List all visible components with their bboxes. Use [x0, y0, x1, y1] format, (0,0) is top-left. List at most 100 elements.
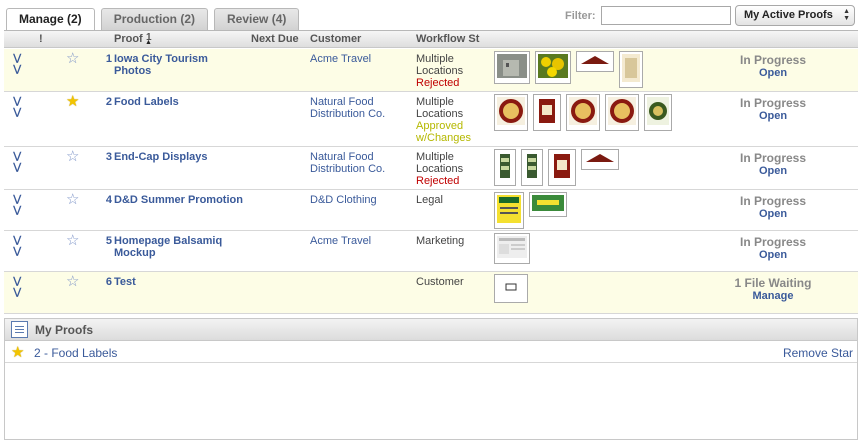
- workflow-line: Locations: [416, 65, 464, 77]
- proof-thumbnail[interactable]: [533, 94, 561, 131]
- thumbnail-strip: [494, 149, 619, 186]
- filter-input[interactable]: [600, 6, 731, 25]
- status-cell: In Progress Open: [718, 53, 828, 79]
- star-icon[interactable]: ☆: [66, 274, 79, 289]
- status-text: In Progress: [739, 96, 807, 110]
- star-icon[interactable]: ☆: [66, 192, 79, 207]
- filter-label: Filter:: [565, 9, 596, 22]
- status-text: In Progress: [739, 151, 807, 165]
- column-next-due[interactable]: Next Due: [251, 33, 299, 45]
- proof-title-link[interactable]: Homepage Balsamiq Mockup: [114, 235, 244, 259]
- row-action-link[interactable]: Open: [759, 110, 787, 122]
- proof-thumbnail[interactable]: [494, 149, 516, 186]
- column-proof[interactable]: Proof: [114, 33, 143, 45]
- proof-thumbnail[interactable]: [581, 149, 619, 170]
- column-customer[interactable]: Customer: [310, 33, 361, 45]
- filter-group: Filter:: [565, 6, 731, 25]
- table-row: ⋁ ⋁ ☆ 4 D&D Summer Promotion D&D Clothing Lega…: [4, 190, 858, 231]
- status-text: In Progress: [739, 235, 807, 249]
- customer-link[interactable]: Acme Travel: [310, 235, 410, 247]
- customer-link[interactable]: Acme Travel: [310, 53, 410, 65]
- proof-thumbnail[interactable]: [521, 149, 543, 186]
- proof-number: 6: [105, 276, 112, 288]
- customer-link[interactable]: D&D Clothing: [310, 194, 410, 206]
- view-select[interactable]: My Active Proofs ▲ ▼: [735, 5, 855, 26]
- proof-number: 4: [105, 194, 112, 206]
- column-workflow[interactable]: Workflow St: [416, 33, 479, 45]
- workflow-line: Marketing: [416, 235, 465, 247]
- row-action-link[interactable]: Open: [759, 165, 787, 177]
- expand-chevron-icon[interactable]: ⋁ ⋁: [13, 96, 21, 118]
- workflow-cell: Multiple Locations Approved w/Changes: [416, 96, 488, 144]
- row-action-link[interactable]: Open: [759, 208, 787, 220]
- proof-title-link[interactable]: Food Labels: [114, 96, 244, 108]
- proof-thumbnail[interactable]: [494, 274, 528, 303]
- workflow-line: Locations: [416, 163, 464, 175]
- workflow-status: Approved w/Changes: [416, 120, 472, 144]
- workflow-line: Legal: [416, 194, 443, 206]
- workflow-status: Rejected: [416, 77, 460, 89]
- proof-thumbnail[interactable]: [566, 94, 600, 131]
- star-icon[interactable]: ★: [66, 94, 79, 109]
- proof-thumbnail[interactable]: [576, 51, 614, 72]
- expand-chevron-icon[interactable]: ⋁ ⋁: [13, 235, 21, 257]
- thumbnail-strip: [494, 192, 567, 229]
- proofs-document-icon: [11, 321, 28, 338]
- star-icon[interactable]: ☆: [66, 233, 79, 248]
- row-action-link[interactable]: Open: [759, 249, 787, 261]
- proof-thumbnail[interactable]: [494, 233, 530, 264]
- proof-thumbnail[interactable]: [529, 192, 567, 217]
- workflow-cell: Multiple Locations Rejected: [416, 151, 488, 187]
- proof-title-link[interactable]: D&D Summer Promotion: [114, 194, 244, 206]
- proof-title-link[interactable]: End-Cap Displays: [114, 151, 244, 163]
- proof-thumbnail[interactable]: [644, 94, 672, 131]
- expand-chevron-icon[interactable]: ⋁ ⋁: [13, 53, 21, 75]
- table-row: ⋁ ⋁ ☆ 1 Iowa City Tourism Photos Acme Travel M…: [4, 49, 858, 92]
- remove-star-link[interactable]: Remove Star: [783, 346, 853, 360]
- star-icon[interactable]: ☆: [66, 149, 79, 164]
- tab-review[interactable]: Review (4): [214, 8, 300, 30]
- proof-thumbnail[interactable]: [548, 149, 576, 186]
- customer-link[interactable]: Natural Food Distribution Co.: [310, 96, 410, 120]
- proof-thumbnail[interactable]: [494, 94, 528, 131]
- row-action-link[interactable]: Open: [759, 67, 787, 79]
- workflow-status: Rejected: [416, 175, 460, 187]
- workflow-cell: Multiple Locations Rejected: [416, 53, 488, 89]
- proof-thumbnail[interactable]: [619, 51, 643, 88]
- expand-chevron-icon[interactable]: ⋁ ⋁: [13, 276, 21, 298]
- thumbnail-strip: [494, 233, 530, 267]
- proof-title-link[interactable]: Test: [114, 276, 244, 288]
- status-text: In Progress: [739, 53, 807, 67]
- expand-chevron-icon[interactable]: ⋁ ⋁: [13, 151, 21, 173]
- my-proof-link[interactable]: 2 - Food Labels: [34, 346, 117, 360]
- proof-thumbnail[interactable]: [605, 94, 639, 131]
- star-icon[interactable]: ☆: [66, 51, 79, 66]
- customer-link[interactable]: Natural Food Distribution Co.: [310, 151, 410, 175]
- my-proofs-item: ★ 2 - Food Labels Remove Star: [5, 341, 857, 363]
- status-cell: In Progress Open: [718, 96, 828, 122]
- workflow-line: Locations: [416, 108, 464, 120]
- row-action-link[interactable]: Manage: [753, 290, 794, 302]
- view-select-value: My Active Proofs: [744, 9, 833, 21]
- workflow-line: Multiple: [416, 53, 454, 65]
- proof-number: 5: [105, 235, 112, 247]
- proof-number: 2: [105, 96, 112, 108]
- proof-thumbnail[interactable]: [494, 51, 530, 84]
- proof-number: 1: [105, 53, 112, 65]
- thumbnail-strip: [494, 94, 672, 131]
- table-row: ⋁ ⋁ ★ 2 Food Labels Natural Food Distribution…: [4, 92, 858, 147]
- proof-thumbnail[interactable]: [494, 192, 524, 229]
- proof-thumbnail[interactable]: [535, 51, 571, 84]
- sort-arrow-icon: ▲: [145, 39, 152, 46]
- tab-manage[interactable]: Manage (2): [6, 8, 95, 31]
- proof-number: 3: [105, 151, 112, 163]
- star-icon[interactable]: ★: [11, 343, 24, 361]
- expand-chevron-icon[interactable]: ⋁ ⋁: [13, 194, 21, 216]
- tab-production[interactable]: Production (2): [100, 8, 209, 30]
- status-cell: In Progress Open: [718, 151, 828, 177]
- select-arrows-icon: ▲ ▼: [843, 8, 850, 22]
- proof-title-link[interactable]: Iowa City Tourism Photos: [114, 53, 244, 77]
- status-cell: In Progress Open: [718, 235, 828, 261]
- column-flag[interactable]: !: [39, 33, 43, 45]
- tab-bar: Manage (2) Production (2) Review (4): [6, 8, 300, 31]
